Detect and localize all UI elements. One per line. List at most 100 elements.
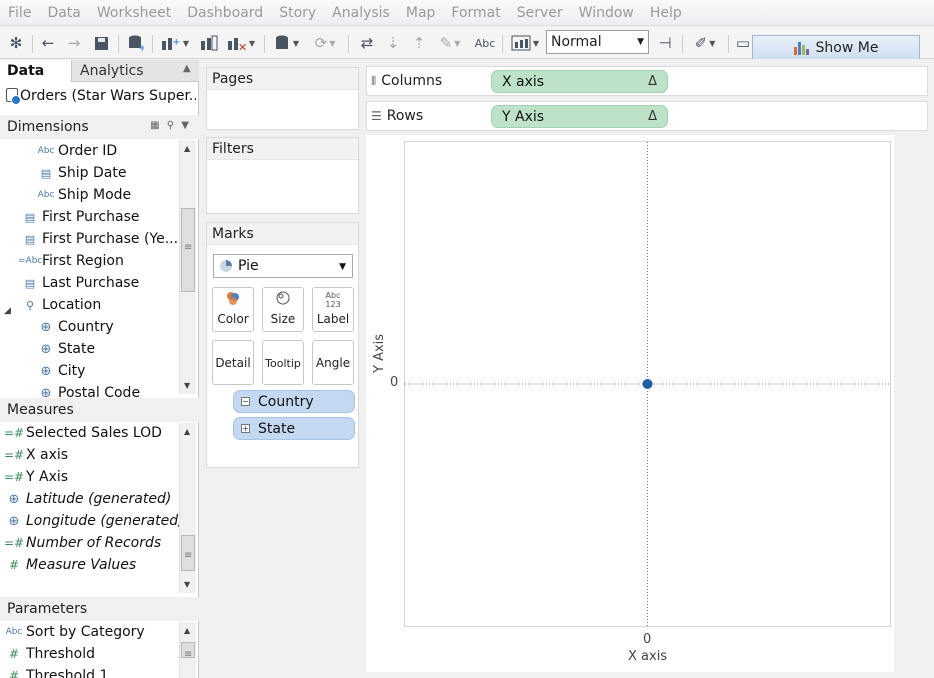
field-item[interactable]: ⊕Country (34, 316, 114, 338)
plot-area[interactable] (404, 141, 891, 627)
field-item[interactable]: ⊕City (34, 360, 85, 382)
menu-map[interactable]: Map (406, 5, 436, 21)
fit-select[interactable]: Normal ▼ (546, 30, 649, 54)
chevron-down-icon: ▼ (339, 262, 346, 272)
measures-scrollbar[interactable]: ▲ ▼ (179, 423, 196, 593)
view-cards-icon[interactable]: ▼ (508, 33, 542, 53)
pin-axis-icon[interactable]: ⊣ (654, 33, 676, 53)
marks-card: Marks Pie ▼ Color Size Abc 123 Label Det… (206, 222, 359, 468)
menu-help[interactable]: Help (650, 5, 682, 21)
calculated-measure-icon: =# (2, 448, 26, 462)
refresh-icon[interactable]: ⟳▼ (310, 33, 340, 53)
parameters-header: Parameters (0, 597, 199, 621)
viz-area[interactable]: Y Axis 0 0 X axis (366, 135, 894, 672)
annotation-icon[interactable]: ✐▼ (688, 33, 722, 53)
dimensions-scrollbar[interactable]: ▲ ▼ (179, 140, 196, 394)
show-me-label: Show Me (816, 40, 879, 56)
field-item[interactable]: =#Selected Sales LOD (2, 422, 162, 444)
field-item[interactable]: ⚲Location (18, 294, 101, 316)
data-pane: Data Analytics ▲ Orders (Star Wars Super… (0, 60, 199, 678)
mark-type-select[interactable]: Pie ▼ (213, 254, 353, 278)
tableau-logo-icon[interactable]: ✻ (6, 33, 26, 53)
menu-server[interactable]: Server (517, 5, 563, 21)
menu-analysis[interactable]: Analysis (332, 5, 390, 21)
field-item[interactable]: =#Number of Records (2, 532, 161, 554)
mark-pill-country[interactable]: − Country (233, 390, 355, 413)
globe-icon: ⊕ (2, 492, 26, 507)
duplicate-sheet-icon[interactable] (198, 33, 220, 53)
clear-sheet-icon[interactable]: ✕▼ (224, 33, 258, 53)
menu-file[interactable]: File (8, 5, 31, 21)
datasource-name[interactable]: Orders (Star Wars Super... (6, 88, 196, 108)
mark-pill-state[interactable]: + State (233, 417, 355, 440)
pane-menu-icon[interactable]: ▲ (183, 63, 191, 74)
filters-shelf[interactable]: Filters (206, 137, 359, 214)
undo-icon[interactable]: ← (38, 33, 58, 53)
new-worksheet-icon[interactable]: +▼ (158, 33, 192, 53)
detail-button[interactable]: Detail (212, 340, 254, 385)
field-item[interactable]: ⊕Longitude (generated) (2, 510, 184, 532)
label-button[interactable]: Abc 123 Label (312, 287, 354, 332)
expand-icon[interactable]: + (241, 424, 250, 433)
field-label: Sort by Category (26, 624, 145, 640)
globe-icon: ⊕ (34, 342, 58, 357)
field-item[interactable]: =#Y Axis (2, 466, 68, 488)
filters-title: Filters (207, 138, 358, 160)
collapse-location-icon[interactable]: ◢ (4, 306, 11, 316)
size-label: Size (271, 312, 296, 326)
field-item[interactable]: =#X axis (2, 444, 68, 466)
show-me-button[interactable]: Show Me (752, 35, 920, 59)
field-label: Order ID (58, 143, 117, 159)
mark-type-value: Pie (238, 258, 259, 274)
redo-icon[interactable]: → (64, 33, 84, 53)
color-icon (225, 291, 241, 309)
field-item[interactable]: =AbcFirst Region (18, 250, 124, 272)
field-item[interactable]: #Threshold (2, 643, 95, 665)
field-item[interactable]: AbcSort by Category (2, 621, 145, 643)
columns-pill-x-axis[interactable]: X axis Δ (491, 70, 668, 93)
menu-format[interactable]: Format (451, 5, 500, 21)
field-item[interactable]: AbcOrder ID (34, 140, 117, 162)
y-tick-label: 0 (390, 375, 398, 390)
menu-dashboard[interactable]: Dashboard (187, 5, 263, 21)
color-button[interactable]: Color (212, 287, 254, 332)
save-icon[interactable] (90, 33, 112, 53)
menu-data[interactable]: Data (47, 5, 80, 21)
show-mark-labels-button[interactable]: Abc (472, 33, 498, 53)
menu-story[interactable]: Story (279, 5, 316, 21)
menu-window[interactable]: Window (579, 5, 634, 21)
pages-shelf[interactable]: Pages (206, 67, 359, 130)
presentation-icon[interactable]: ▭ (734, 33, 752, 53)
highlight-icon[interactable]: ✎▼ (434, 33, 466, 53)
field-item[interactable]: ▤Ship Date (34, 162, 126, 184)
sort-ascending-icon[interactable]: ⇣ (382, 33, 404, 53)
sort-descending-icon[interactable]: ⇡ (408, 33, 430, 53)
field-item[interactable]: #Measure Values (2, 554, 136, 576)
swap-rows-columns-icon[interactable]: ⇄ (356, 33, 378, 53)
field-item[interactable]: ▤First Purchase (Ye... (18, 228, 178, 250)
field-item[interactable]: ▤First Purchase (18, 206, 140, 228)
field-item[interactable]: ▤Last Purchase (18, 272, 139, 294)
field-item[interactable]: ⊕State (34, 338, 95, 360)
collapse-icon[interactable]: − (241, 397, 250, 406)
tab-data[interactable]: Data (0, 60, 72, 82)
angle-button[interactable]: Angle (312, 340, 354, 385)
rows-shelf[interactable]: ☰Rows Y Axis Δ (366, 101, 928, 131)
tooltip-button[interactable]: Tooltip (262, 340, 304, 385)
globe-icon: ⊕ (2, 514, 26, 529)
field-item[interactable]: AbcShip Mode (34, 184, 131, 206)
new-datasource-icon[interactable]: + (124, 33, 148, 53)
section-tools-icon[interactable]: ▦ ⚲ ▼ (150, 120, 191, 131)
field-label: Ship Mode (58, 187, 131, 203)
rows-pill-y-axis[interactable]: Y Axis Δ (491, 105, 668, 128)
hierarchy-icon: ⚲ (18, 299, 42, 312)
pause-updates-icon[interactable]: ▼ (272, 33, 302, 53)
tab-analytics[interactable]: Analytics (80, 63, 144, 79)
parameters-scrollbar[interactable]: ▲ (179, 622, 196, 678)
columns-shelf[interactable]: ⦀Columns X axis Δ (366, 66, 928, 96)
size-button[interactable]: Size (262, 287, 304, 332)
field-item[interactable]: ⊕Latitude (generated) (2, 488, 171, 510)
data-point[interactable] (643, 379, 653, 389)
field-item[interactable]: #Threshold 1 (2, 665, 108, 678)
menu-worksheet[interactable]: Worksheet (97, 5, 171, 21)
